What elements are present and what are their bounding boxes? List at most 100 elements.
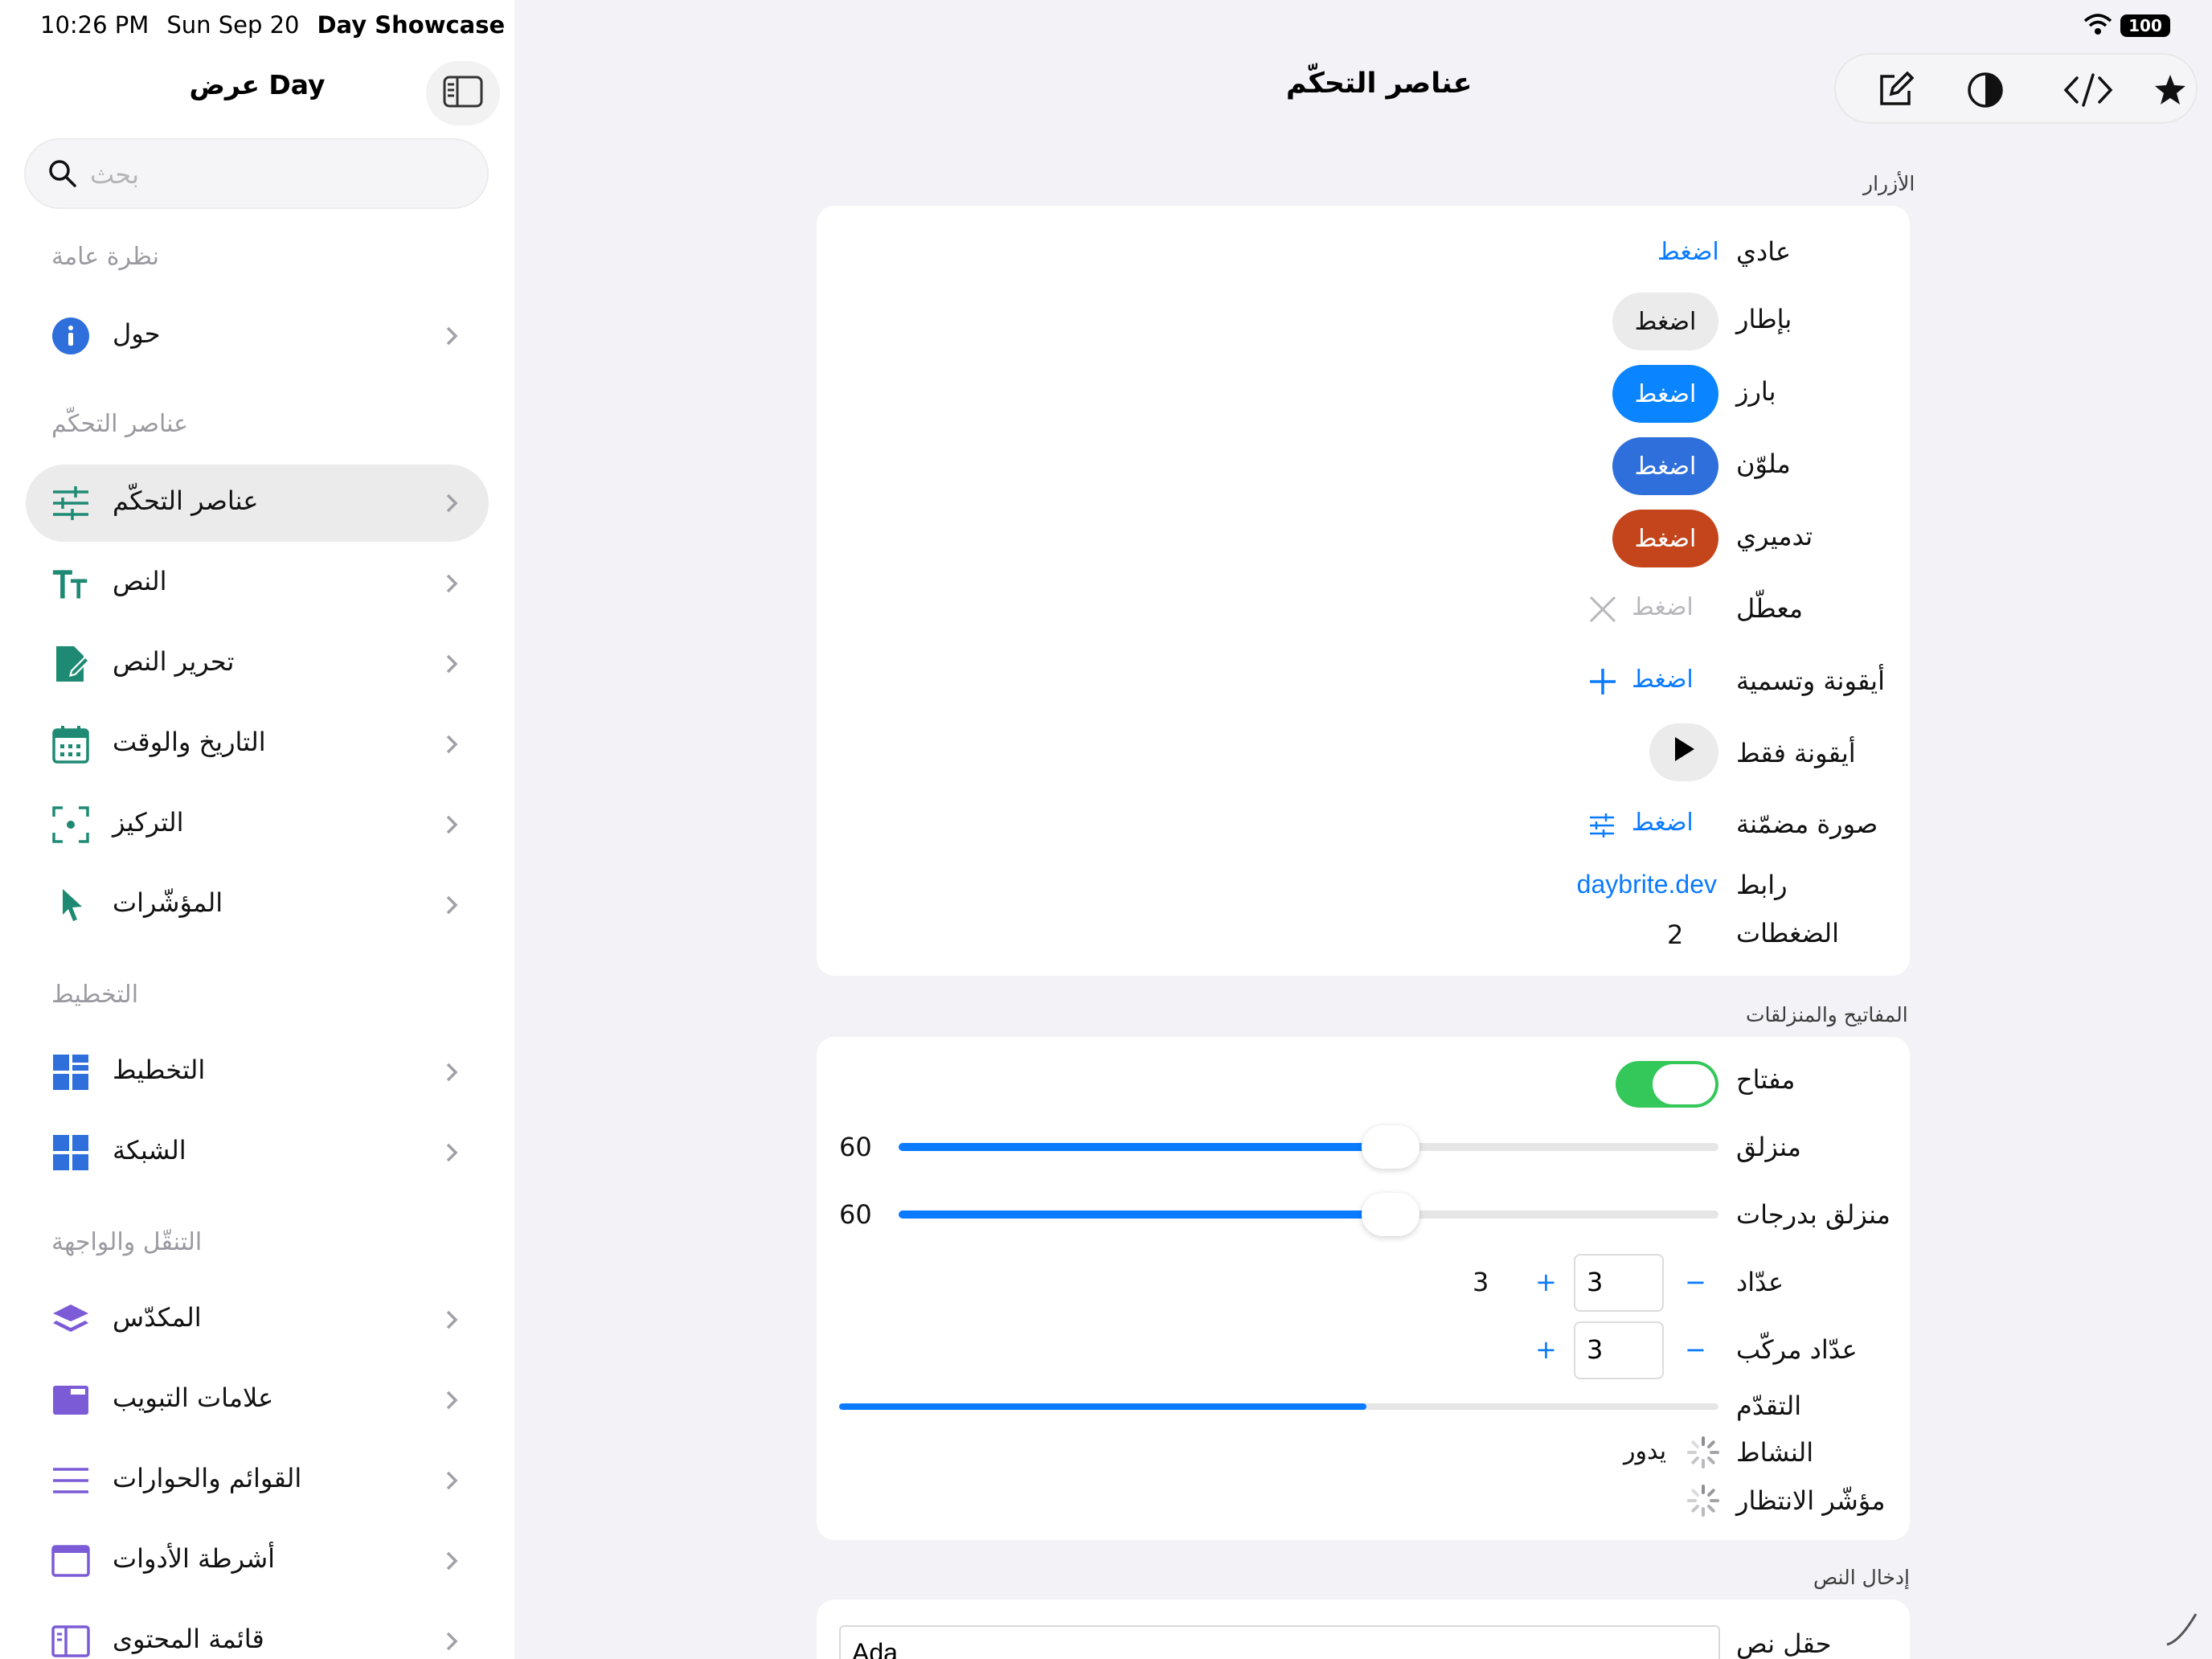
sidebar-item-date-time[interactable]: التاريخ والوقت	[26, 706, 489, 783]
chevron-right-icon	[444, 492, 460, 518]
search-field[interactable]	[24, 138, 489, 209]
spinner-icon	[1686, 1484, 1720, 1521]
sidebar-item-label: التخطيط	[113, 1055, 206, 1085]
progress-bar	[839, 1403, 1718, 1410]
sidebar-section-overview: نظرة عامة	[51, 243, 159, 271]
code-icon[interactable]	[2062, 71, 2114, 109]
wifi-icon	[2083, 13, 2112, 39]
stepper-field[interactable]: 3	[1574, 1254, 1664, 1312]
stepper-increment-button[interactable]: +	[1535, 1267, 1557, 1297]
plain-button[interactable]: اضغط	[1657, 238, 1719, 266]
sidebar-item-tabs[interactable]: علامات التبويب	[26, 1362, 489, 1439]
sliders-icon	[51, 484, 90, 522]
row-label-slider: منزلق	[1736, 1132, 1801, 1162]
toggle-switch[interactable]	[1616, 1061, 1718, 1108]
row-label-link: رابط	[1736, 870, 1788, 900]
sidebar-item-label: علامات التبويب	[113, 1382, 274, 1413]
sidebar-item-label: التركيز	[113, 807, 184, 838]
chevron-right-icon	[444, 572, 460, 598]
close-icon	[1588, 595, 1617, 627]
sidebar-item-label: تحرير النص	[113, 646, 235, 677]
play-button[interactable]	[1649, 723, 1718, 781]
chevron-right-icon	[444, 1309, 460, 1334]
sidebar-item-text[interactable]: النص	[26, 545, 489, 622]
calendar-icon	[51, 725, 90, 764]
slider[interactable]	[899, 1125, 1718, 1169]
search-input[interactable]	[90, 153, 468, 196]
sidebar-item-focus[interactable]: التركيز	[26, 786, 489, 863]
compose-icon[interactable]	[1876, 71, 1915, 109]
section-header-text-input: إدخال النص	[1813, 1566, 1910, 1589]
sidebar-item-content-list[interactable]: قائمة المحتوى	[26, 1603, 489, 1659]
sidebar-section-navigation: التنقّل والواجهة	[51, 1228, 203, 1256]
text-field[interactable]: Ada	[839, 1625, 1720, 1659]
compound-stepper-field[interactable]: 3	[1574, 1321, 1664, 1379]
sidebar: عرض Day نظرة عامة حول عناصر التحكّم عناص…	[0, 0, 514, 1659]
row-label-taps: الضغطات	[1736, 918, 1839, 948]
destructive-button[interactable]: اضغط	[1612, 510, 1718, 567]
row-label-stepped-slider: منزلق بدرجات	[1736, 1199, 1890, 1230]
prominent-button[interactable]: اضغط	[1612, 365, 1718, 423]
text-size-icon	[51, 564, 90, 603]
disabled-button: اضغط	[1632, 593, 1694, 621]
contrast-icon[interactable]	[1966, 71, 2005, 109]
compound-stepper-increment-button[interactable]: +	[1535, 1334, 1557, 1365]
sidebar-item-label: المكدّس	[113, 1302, 202, 1333]
section-header-toggles-sliders: المفاتيح والمنزلقات	[1746, 1003, 1908, 1026]
text-input-card: حقل نص Ada	[817, 1600, 1910, 1659]
row-label-text-field: حقل نص	[1736, 1628, 1832, 1659]
chevron-right-icon	[444, 1141, 460, 1167]
sidebar-item-label: المؤشّرات	[113, 887, 223, 918]
page-title: عناصر التحكّم	[1286, 68, 1473, 100]
layout-grid-icon	[51, 1053, 90, 1092]
sidebar-section-controls: عناصر التحكّم	[51, 410, 189, 438]
inline-image-button[interactable]: اضغط	[1588, 805, 1722, 846]
toggles-sliders-card: مفتاح منزلق 60 منزلق بدرجات 60 عدّاد − 3…	[817, 1037, 1910, 1540]
sliders-icon	[1588, 812, 1616, 842]
status-date: Sun Sep 20	[166, 11, 300, 39]
play-icon	[1672, 735, 1696, 769]
row-label-prominent: بارز	[1736, 376, 1776, 407]
slider-fill	[899, 1210, 1391, 1219]
chevron-right-icon	[444, 1061, 460, 1087]
menu-lines-icon	[51, 1461, 90, 1500]
sidebar-item-text-editing[interactable]: تحرير النص	[26, 625, 489, 703]
toolbar-icon	[51, 1542, 90, 1580]
stepper-decrement-button[interactable]: −	[1685, 1267, 1706, 1297]
sidebar-item-stack[interactable]: المكدّس	[26, 1281, 489, 1358]
sidebar-item-layout[interactable]: التخطيط	[26, 1034, 489, 1111]
info-icon	[51, 317, 90, 355]
slider-thumb[interactable]	[1362, 1193, 1419, 1236]
sidebar-item-about[interactable]: حول	[26, 297, 489, 375]
slider-fill	[899, 1143, 1391, 1151]
sidebar-item-pointers[interactable]: المؤشّرات	[26, 866, 489, 944]
grid-icon	[51, 1133, 90, 1172]
toolbar	[1834, 53, 2198, 124]
row-label-stepper: عدّاد	[1736, 1267, 1784, 1297]
pencil-scribble-icon	[2164, 1609, 2202, 1651]
link-daybrite[interactable]: daybrite.dev	[1577, 870, 1717, 899]
sidebar-item-label: أشرطة الأدوات	[113, 1543, 276, 1574]
sidebar-item-label: الشبكة	[113, 1135, 186, 1165]
chevron-right-icon	[444, 1389, 460, 1415]
sidebar-item-label: النص	[113, 566, 167, 596]
sidebar-item-grid[interactable]: الشبكة	[26, 1114, 489, 1191]
sidebar-item-toolbars[interactable]: أشرطة الأدوات	[26, 1522, 489, 1600]
row-label-progress: التقدّم	[1736, 1391, 1802, 1421]
stepped-slider[interactable]	[899, 1193, 1718, 1236]
chevron-right-icon	[444, 653, 460, 678]
slider-thumb[interactable]	[1362, 1125, 1419, 1169]
stack-icon	[51, 1301, 90, 1339]
plus-icon	[1588, 667, 1617, 699]
row-label-tinted: ملوّن	[1736, 449, 1791, 479]
sidebar-item-menus-dialogs[interactable]: القوائم والحوارات	[26, 1442, 489, 1519]
tinted-button[interactable]: اضغط	[1612, 437, 1718, 495]
chevron-right-icon	[444, 1630, 460, 1656]
star-icon[interactable]	[2151, 71, 2189, 109]
sidebar-item-controls[interactable]: عناصر التحكّم	[26, 465, 489, 542]
icon-and-label-button[interactable]: اضغط	[1585, 662, 1722, 703]
bordered-button[interactable]: اضغط	[1612, 293, 1718, 350]
compound-stepper-decrement-button[interactable]: −	[1685, 1334, 1706, 1365]
row-label-activity: النشاط	[1736, 1437, 1814, 1468]
sidebar-toggle-button[interactable]	[426, 61, 500, 125]
